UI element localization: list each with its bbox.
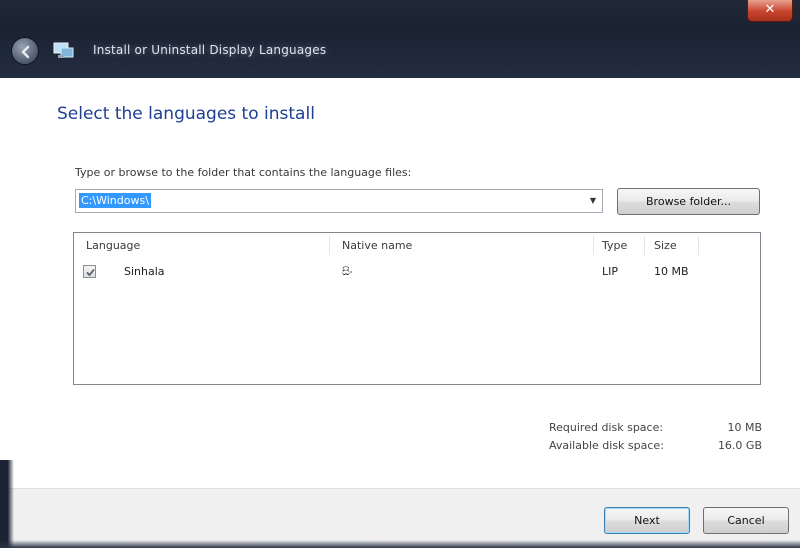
close-button[interactable]: ✕ [747, 0, 793, 22]
disk-space-values: 10 MB 16.0 GB [700, 419, 762, 455]
column-separator [329, 236, 330, 255]
background-window-edge [0, 460, 14, 548]
language-list: Language Native name Type Size Sinhala ස… [73, 232, 761, 385]
folder-instruction-label: Type or browse to the folder that contai… [75, 166, 412, 179]
required-disk-space-label: Required disk space: [549, 421, 664, 434]
browse-folder-button[interactable]: Browse folder... [617, 188, 760, 215]
folder-path-combobox[interactable]: C:\Windows\ ▼ [75, 189, 603, 213]
cancel-button[interactable]: Cancel [703, 507, 789, 534]
folder-path-value[interactable]: C:\Windows\ [79, 193, 151, 208]
title-bar: ✕ Install or Uninstall Display Languages [0, 0, 800, 78]
column-header-native-name[interactable]: Native name [342, 233, 412, 258]
table-row[interactable]: Sinhala සිං LIP 10 MB [74, 261, 760, 283]
column-separator [593, 236, 594, 255]
required-disk-space-value: 10 MB [727, 421, 762, 434]
back-arrow-icon [21, 45, 30, 59]
chevron-down-icon[interactable]: ▼ [584, 190, 602, 212]
column-header-size[interactable]: Size [654, 233, 677, 258]
available-disk-space-value: 16.0 GB [717, 439, 762, 452]
page-heading: Select the languages to install [57, 104, 315, 124]
language-app-icon [53, 42, 74, 58]
column-separator [644, 236, 645, 255]
next-button[interactable]: Next [604, 507, 690, 534]
available-disk-space-label: Available disk space: [549, 439, 664, 452]
checkmark-icon [86, 268, 95, 277]
column-header-language[interactable]: Language [86, 233, 140, 258]
native-name-cell: සිං [342, 265, 353, 278]
size-cell: 10 MB [654, 265, 689, 278]
window-title: Install or Uninstall Display Languages [93, 43, 327, 57]
window-bottom-edge [0, 540, 800, 548]
column-header-type[interactable]: Type [602, 233, 627, 258]
language-name-cell: Sinhala [124, 265, 165, 278]
back-button[interactable] [11, 37, 39, 65]
close-icon: ✕ [764, 2, 776, 17]
type-cell: LIP [602, 265, 619, 278]
disk-space-labels: Required disk space: Available disk spac… [549, 419, 664, 455]
column-separator [698, 236, 699, 255]
language-checkbox[interactable] [83, 265, 96, 278]
title-bar-sheen [0, 0, 800, 30]
